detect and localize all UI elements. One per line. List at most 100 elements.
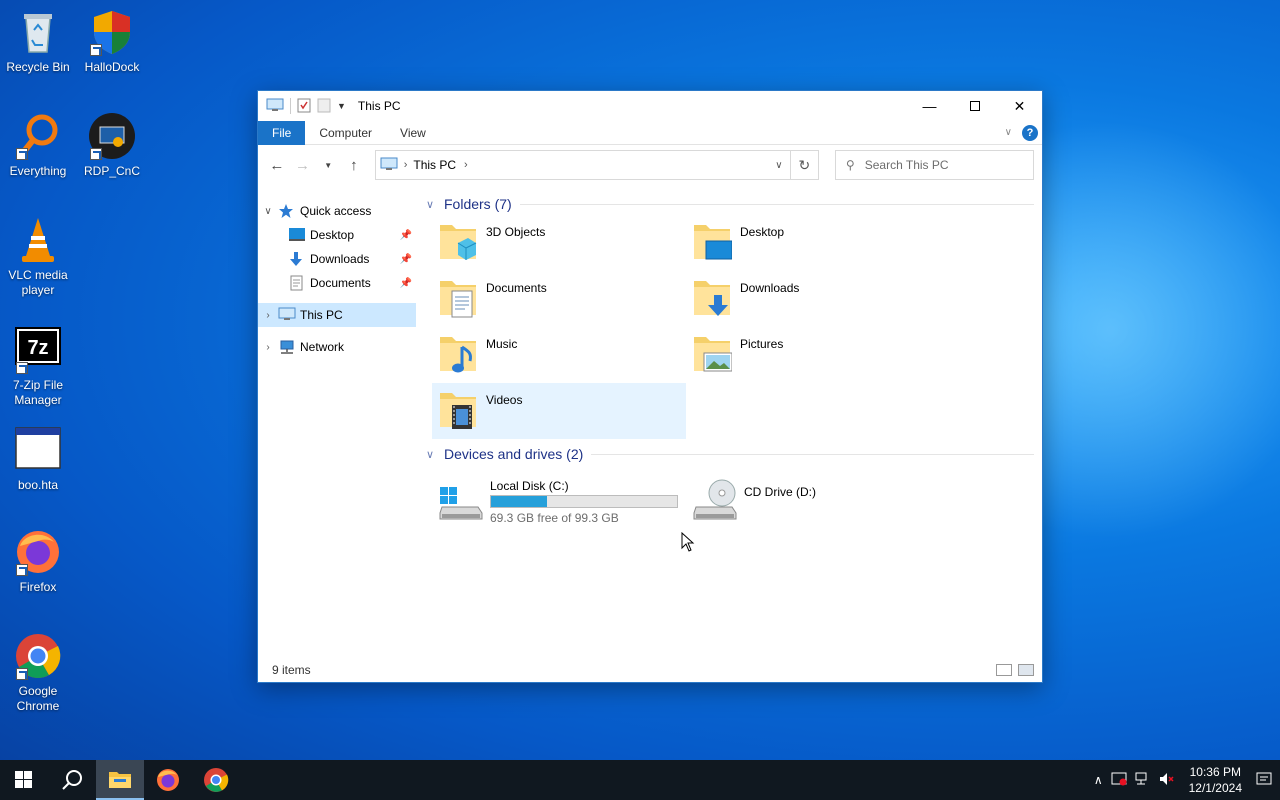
windows-logo-icon (15, 771, 32, 788)
pin-icon[interactable]: 📌 (400, 254, 412, 265)
nav-item-documents[interactable]: Documents 📌 (258, 271, 416, 295)
folder-desktop[interactable]: Desktop (686, 215, 940, 271)
drive-free-space: 69.3 GB free of 99.3 GB (490, 511, 619, 525)
large-icons-view-icon[interactable] (1018, 664, 1034, 676)
address-bar[interactable]: › This PC › ∨ ↻ (374, 150, 819, 180)
group-header-devices[interactable]: ∨ Devices and drives (2) (426, 443, 1042, 465)
folder-music[interactable]: Music (432, 327, 686, 383)
desktop-icon (288, 227, 306, 243)
this-pc-icon (278, 307, 296, 323)
group-divider (519, 203, 1034, 205)
up-button[interactable]: ↑ (343, 154, 365, 176)
drive-local-disk-c[interactable]: Local Disk (C:) 69.3 GB free of 99.3 GB (432, 473, 686, 529)
desktop-icon-label: Recycle Bin (6, 60, 70, 74)
navigation-bar: ← → ▼ ↑ › This PC › ∨ ↻ ⚲ Search This PC (258, 145, 1042, 185)
chevron-right-icon[interactable]: › (404, 159, 408, 171)
clock[interactable]: 10:36 PM 12/1/2024 (1183, 764, 1248, 796)
title-bar[interactable]: ▼ This PC — ✕ (258, 91, 1042, 121)
desktop-folder-icon (692, 219, 733, 263)
tab-file[interactable]: File (258, 120, 306, 145)
nav-item-quick-access[interactable]: ∨ Quick access (258, 199, 416, 223)
folder-downloads[interactable]: Downloads (686, 271, 940, 327)
chevron-down-icon[interactable]: ∨ (258, 206, 278, 217)
desktop-icon-vlc[interactable]: VLC media player (0, 216, 76, 298)
details-view-icon[interactable] (996, 664, 1012, 676)
drive-name: CD Drive (D:) (744, 485, 816, 499)
pin-icon[interactable]: 📌 (400, 230, 412, 241)
properties-icon[interactable] (297, 97, 311, 116)
help-icon[interactable]: ? (1022, 124, 1038, 141)
search-input[interactable]: ⚲ Search This PC (834, 150, 1035, 180)
expand-ribbon-icon[interactable]: ∨ (1005, 127, 1012, 138)
nav-item-this-pc[interactable]: › This PC (258, 303, 416, 327)
folder-pictures[interactable]: Pictures (686, 327, 940, 383)
shortcut-arrow-icon (16, 668, 28, 680)
chevron-down-icon[interactable]: ∨ (426, 448, 444, 461)
tab-computer[interactable]: Computer (305, 121, 386, 145)
pin-icon[interactable]: 📌 (400, 278, 412, 289)
shortcut-arrow-icon (90, 44, 102, 56)
refresh-icon[interactable]: ↻ (789, 151, 818, 179)
desktop-icon-hallodock[interactable]: HalloDock (74, 8, 150, 75)
folder-name: Downloads (740, 281, 800, 295)
folders-grid: 3D Objects Desktop Documents Downloads M… (426, 215, 1042, 439)
back-button[interactable]: ← (266, 154, 288, 176)
minimize-button[interactable]: — (907, 91, 952, 121)
group-header-folders[interactable]: ∨ Folders (7) (426, 193, 1042, 215)
show-hidden-icons-icon[interactable]: ∧ (1094, 773, 1103, 787)
taskbar-firefox[interactable] (144, 760, 192, 800)
chevron-right-icon[interactable]: › (258, 342, 278, 353)
nav-item-desktop[interactable]: Desktop 📌 (258, 223, 416, 247)
status-bar: 9 items (258, 658, 1042, 682)
taskbar-chrome[interactable] (192, 760, 240, 800)
maximize-button[interactable] (952, 91, 997, 121)
desktop-icon-everything[interactable]: Everything (0, 112, 76, 179)
desktop-icon-firefox[interactable]: Firefox (0, 528, 76, 595)
address-dropdown-icon[interactable]: ∨ (768, 160, 790, 171)
window-title: This PC (357, 99, 401, 113)
notifications-icon[interactable] (1256, 771, 1272, 790)
tab-view[interactable]: View (386, 121, 440, 145)
chevron-right-icon[interactable]: › (258, 310, 278, 321)
chevron-down-icon[interactable]: ∨ (426, 198, 444, 211)
breadcrumb-this-pc[interactable]: This PC (413, 158, 456, 172)
window-icon (14, 426, 62, 474)
recent-locations-button[interactable]: ▼ (317, 154, 339, 176)
desktop-icon-chrome[interactable]: Google Chrome (0, 632, 76, 714)
desktop-icon-boo-hta[interactable]: boo.hta (0, 426, 76, 493)
network-icon (278, 339, 296, 355)
search-icon: ⚲ (845, 158, 855, 172)
chevron-right-icon[interactable]: › (464, 159, 468, 171)
search-button[interactable] (48, 760, 96, 800)
taskbar-file-explorer[interactable] (96, 760, 144, 800)
nav-item-downloads[interactable]: Downloads 📌 (258, 247, 416, 271)
file-explorer-icon (109, 772, 131, 788)
drive-cd-d[interactable]: CD Drive (D:) (686, 473, 940, 529)
forward-button[interactable]: → (292, 154, 314, 176)
volume-muted-icon[interactable] (1159, 772, 1175, 789)
documents-folder-icon (438, 275, 478, 319)
desktop-icon-rdp-cnc[interactable]: RDP_CnC (74, 112, 150, 179)
desktop-icon-recycle-bin[interactable]: Recycle Bin (0, 8, 76, 75)
document-icon (288, 275, 306, 291)
folder-videos[interactable]: Videos (432, 383, 686, 439)
security-alert-icon[interactable] (1111, 772, 1127, 789)
close-button[interactable]: ✕ (997, 91, 1042, 121)
network-icon[interactable] (1135, 772, 1151, 789)
folder-documents[interactable]: Documents (432, 271, 686, 327)
drive-usage-bar (490, 495, 678, 508)
music-folder-icon (438, 331, 478, 375)
drive-usage-fill (491, 496, 548, 507)
new-folder-icon[interactable] (317, 97, 331, 116)
folder-name: Pictures (740, 337, 784, 351)
desktop-icon-7zip[interactable]: 7z 7-Zip File Manager (0, 326, 76, 408)
nav-item-label: This PC (300, 308, 343, 322)
nav-item-network[interactable]: › Network (258, 335, 416, 359)
folder-3d-objects[interactable]: 3D Objects (432, 215, 686, 271)
toolbar-separator (290, 98, 291, 114)
recycle-bin-icon (14, 8, 62, 56)
start-button[interactable] (0, 760, 48, 800)
vlc-cone-icon (14, 216, 62, 264)
folder-name: Music (486, 337, 518, 351)
customize-toolbar-icon[interactable]: ▼ (337, 101, 346, 111)
